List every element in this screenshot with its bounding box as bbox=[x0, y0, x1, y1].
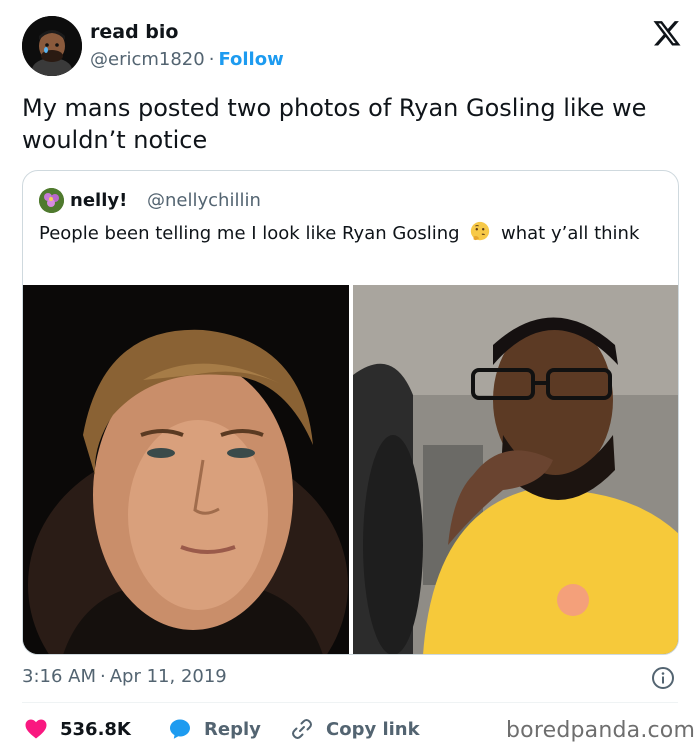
copy-link-button[interactable]: Copy link bbox=[290, 714, 420, 744]
selfie-photo-icon bbox=[353, 285, 678, 654]
quoted-text-end: what y’all think bbox=[501, 223, 640, 244]
author-handle-row: @ericm1820 · Follow bbox=[90, 49, 284, 70]
author-avatar[interactable] bbox=[22, 16, 82, 76]
copy-link-label: Copy link bbox=[326, 718, 420, 740]
link-icon bbox=[292, 719, 312, 739]
tweet-timestamp[interactable]: 3:16 AM · Apr 11, 2019 bbox=[22, 666, 227, 687]
quoted-text: People been telling me I look like Ryan … bbox=[39, 221, 649, 247]
flower-avatar-icon bbox=[39, 188, 64, 213]
quoted-author-name[interactable]: nelly! bbox=[70, 190, 127, 211]
like-button[interactable]: 536.8K bbox=[24, 714, 131, 744]
tweet-time: 3:16 AM bbox=[22, 666, 96, 687]
tweet-text: My mans posted two photos of Ryan Goslin… bbox=[22, 94, 647, 154]
tweet-header: read bio @ericm1820 · Follow bbox=[22, 16, 682, 80]
portrait-photo-icon bbox=[23, 285, 349, 654]
reply-button[interactable]: Reply bbox=[168, 714, 261, 744]
reply-bubble-icon bbox=[170, 719, 190, 739]
quoted-photos bbox=[23, 285, 678, 654]
x-logo-icon[interactable] bbox=[652, 18, 682, 48]
quoted-avatar[interactable] bbox=[39, 188, 64, 213]
divider bbox=[22, 702, 678, 703]
photo-right[interactable] bbox=[353, 285, 678, 654]
reply-label: Reply bbox=[204, 718, 261, 740]
author-handle[interactable]: @ericm1820 bbox=[90, 49, 205, 70]
info-icon[interactable] bbox=[651, 666, 675, 690]
quoted-author-handle[interactable]: @nellychillin bbox=[147, 190, 261, 211]
quoted-tweet[interactable]: nelly! @nellychillin People been telling… bbox=[22, 170, 679, 655]
memoji-avatar-icon bbox=[22, 16, 82, 76]
watermark: boredpanda.com bbox=[506, 718, 696, 743]
like-count: 536.8K bbox=[60, 718, 131, 740]
heart-icon bbox=[25, 719, 47, 739]
quoted-text-start: People been telling me I look like Ryan … bbox=[39, 223, 460, 244]
meta-separator: · bbox=[100, 666, 106, 687]
photo-left[interactable] bbox=[23, 285, 349, 654]
separator-dot: · bbox=[208, 49, 215, 70]
author-name[interactable]: read bio bbox=[90, 21, 178, 43]
follow-button[interactable]: Follow bbox=[218, 49, 283, 70]
tweet-date: Apr 11, 2019 bbox=[109, 666, 227, 687]
thinking-face-emoji bbox=[471, 221, 490, 241]
